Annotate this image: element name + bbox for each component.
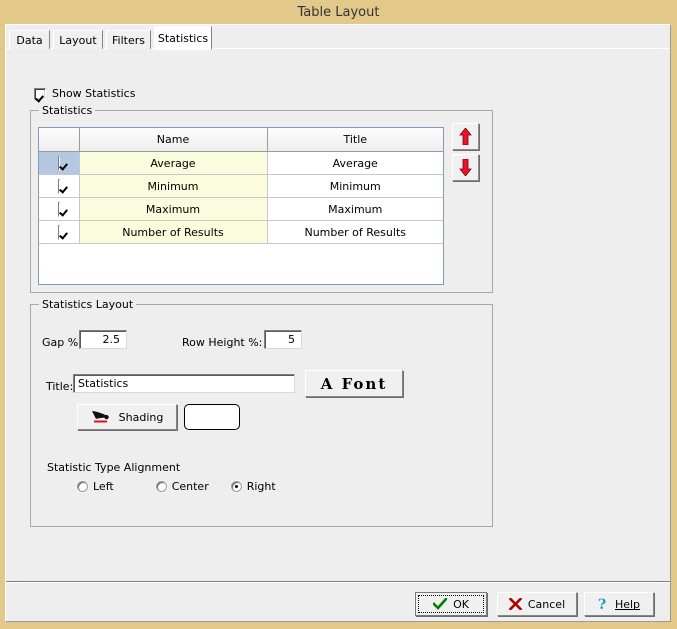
alignment-option-center-label: Center [172,480,209,493]
move-up-button[interactable] [452,123,479,150]
ok-focus-ring [418,595,484,613]
row-checkbox-cell[interactable] [39,198,79,221]
row-height-input[interactable]: 5 [264,330,302,349]
tab-layout[interactable]: Layout [53,30,103,49]
row-name-cell[interactable]: Minimum [79,175,267,198]
row-title-cell[interactable]: Minimum [267,175,443,198]
grid-header-name[interactable]: Name [79,128,267,152]
show-statistics-checkbox-row[interactable]: Show Statistics [34,87,135,100]
show-statistics-checkbox[interactable] [34,88,46,100]
row-checkbox[interactable] [58,179,60,194]
row-name-cell[interactable]: Maximum [79,198,267,221]
gap-input-value: 2.5 [103,333,121,346]
grid-empty-area[interactable] [39,244,443,286]
row-title-cell[interactable]: Number of Results [267,221,443,244]
radio-right[interactable] [231,481,242,492]
title-label: Title: [46,380,73,393]
grid-empty-cell [267,244,443,286]
tab-filters[interactable]: Filters [106,30,151,49]
cancel-button-label: Cancel [528,598,565,611]
grid-header-check[interactable] [39,128,79,152]
help-button-label: Help [615,598,640,611]
title-input-value: Statistics [78,377,128,390]
arrow-down-icon [459,159,472,176]
tab-filters-label: Filters [112,34,145,47]
row-checkbox[interactable] [58,202,60,217]
alignment-option-right[interactable]: Right [231,480,276,493]
row-name-cell[interactable]: Average [79,152,267,175]
show-statistics-label: Show Statistics [52,87,135,100]
alignment-option-right-label: Right [247,480,276,493]
tab-statistics-label: Statistics [158,32,208,45]
row-name-cell[interactable]: Number of Results [79,221,267,244]
row-checkbox[interactable] [58,156,60,171]
shading-brush-icon [91,410,113,424]
tab-statistics[interactable]: Statistics [154,26,212,50]
row-title-cell[interactable]: Maximum [267,198,443,221]
shading-button[interactable]: Shading [77,404,177,430]
tab-page-statistics: Show Statistics Statistics Name Title [6,49,670,579]
grid-empty-cell [79,244,267,286]
table-row[interactable]: Average Average [39,152,443,175]
shading-color-swatch[interactable] [184,404,240,430]
svg-text:?: ? [598,597,606,611]
help-button[interactable]: ? Help [584,592,654,616]
shading-button-label: Shading [119,411,164,424]
alignment-option-left[interactable]: Left [77,480,114,493]
title-bar: Table Layout [0,0,677,24]
window-title: Table Layout [298,5,380,20]
grid-empty-cell [39,244,79,286]
row-checkbox-cell[interactable] [39,175,79,198]
alignment-option-left-label: Left [93,480,114,493]
tab-layout-label: Layout [59,34,96,47]
table-row[interactable]: Number of Results Number of Results [39,221,443,244]
dialog-client-area: Data Layout Filters Statistics Show Stat… [5,24,671,622]
row-checkbox-cell[interactable] [39,221,79,244]
radio-left[interactable] [77,481,88,492]
row-checkbox-cell[interactable] [39,152,79,175]
alignment-label: Statistic Type Alignment [47,461,180,474]
font-button-label: A Font [321,375,388,393]
font-button[interactable]: A Font [305,370,403,397]
row-title-cell[interactable]: Average [267,152,443,175]
grid-header-title[interactable]: Title [267,128,443,152]
statistics-grid[interactable]: Name Title Average Average Minimum [38,127,444,285]
radio-center[interactable] [156,481,167,492]
grid-header-row: Name Title [39,128,443,152]
table-row[interactable]: Minimum Minimum [39,175,443,198]
row-checkbox[interactable] [58,225,60,240]
tab-data-label: Data [16,34,42,47]
question-icon: ? [598,597,609,611]
cross-icon [509,598,522,610]
table-layout-dialog: Table Layout Data Layout Filters Statist… [0,0,677,629]
title-input[interactable]: Statistics [73,374,295,393]
tab-strip: Data Layout Filters Statistics [6,25,670,49]
gap-label: Gap %: [42,336,82,349]
gap-input[interactable]: 2.5 [79,330,127,349]
tab-data[interactable]: Data [9,30,50,49]
footer-bar: OK Cancel ? Help [6,583,670,621]
row-height-input-value: 5 [288,333,295,346]
row-height-label: Row Height %: [182,336,262,349]
alignment-radio-group: Left Center Right [77,480,276,493]
table-row[interactable]: Maximum Maximum [39,198,443,221]
statistics-group-title: Statistics [39,104,95,117]
move-down-button[interactable] [452,154,479,181]
ok-button[interactable]: OK [415,592,487,616]
alignment-option-center[interactable]: Center [156,480,209,493]
cancel-button[interactable]: Cancel [497,592,577,616]
arrow-up-icon [459,128,472,145]
statistics-layout-group-title: Statistics Layout [39,298,136,311]
